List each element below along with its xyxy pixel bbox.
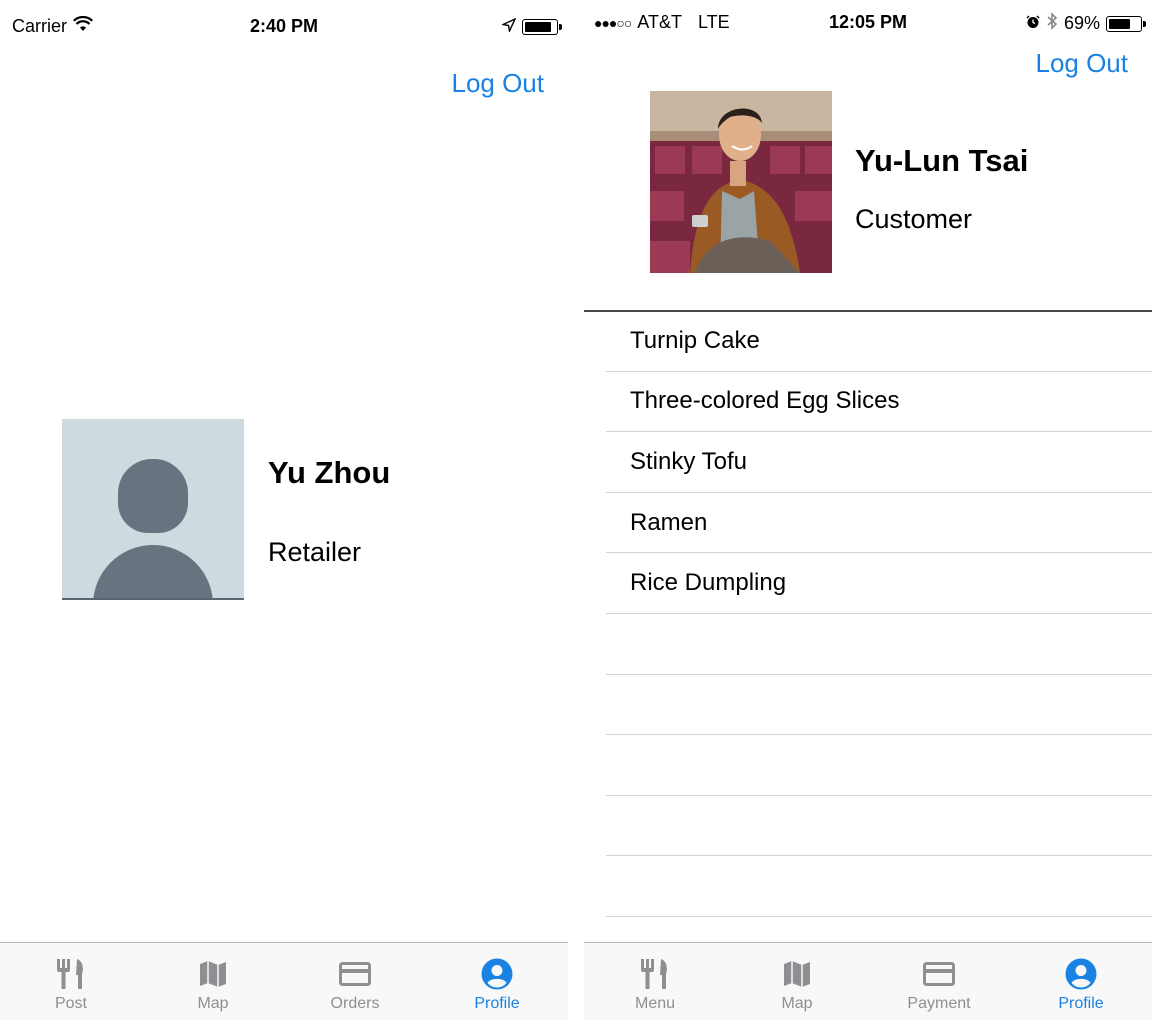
bluetooth-icon <box>1046 12 1058 35</box>
battery-icon <box>1106 15 1146 32</box>
list-item[interactable] <box>606 614 1152 675</box>
list-item[interactable] <box>606 796 1152 857</box>
map-icon <box>780 957 814 991</box>
tab-menu[interactable]: Menu <box>584 943 726 1020</box>
screen-divider <box>568 0 584 1020</box>
tab-label: Profile <box>1058 995 1104 1012</box>
menu-list: Turnip Cake Three-colored Egg Slices Sti… <box>606 311 1152 917</box>
fork-knife-icon <box>54 957 88 991</box>
tab-bar: Post Map Orders Profile <box>0 942 568 1020</box>
list-item[interactable]: Stinky Tofu <box>606 432 1152 493</box>
card-icon <box>922 957 956 991</box>
alarm-icon <box>1026 13 1040 34</box>
battery-icon <box>522 18 562 35</box>
profile-name: Yu Zhou <box>268 455 391 490</box>
tab-profile[interactable]: Profile <box>1010 943 1152 1020</box>
tab-label: Map <box>781 995 813 1012</box>
list-item[interactable] <box>606 675 1152 736</box>
tab-post[interactable]: Post <box>0 943 142 1020</box>
list-item[interactable]: Turnip Cake <box>606 311 1152 372</box>
tab-label: Menu <box>634 995 676 1012</box>
list-item[interactable]: Ramen <box>606 493 1152 554</box>
fork-knife-icon <box>638 957 672 991</box>
battery-percent: 69% <box>1063 13 1100 33</box>
tab-label: Post <box>54 995 87 1012</box>
retailer-profile-screen: Carrier 2:40 PM Log Out Yu Zhou Retailer… <box>0 0 568 1020</box>
profile-name: Yu-Lun Tsai <box>855 143 1029 178</box>
profile-role: Customer <box>855 204 973 234</box>
card-icon <box>338 957 372 991</box>
tab-orders[interactable]: Orders <box>284 943 426 1020</box>
list-item[interactable]: Three-colored Egg Slices <box>606 372 1152 433</box>
status-bar: ●●●○○ AT&T LTE 12:05 PM 69% <box>584 0 1152 52</box>
profile-role: Retailer <box>268 537 362 567</box>
map-icon <box>196 957 230 991</box>
tab-map[interactable]: Map <box>142 943 284 1020</box>
tab-label: Profile <box>474 995 520 1012</box>
location-arrow-icon <box>500 16 517 37</box>
tab-label: Map <box>197 995 229 1012</box>
tab-label: Payment <box>907 995 971 1012</box>
tab-label: Orders <box>330 995 380 1012</box>
log-out-button[interactable]: Log Out <box>451 68 544 99</box>
tab-bar: Menu Map Payment Profile <box>584 942 1152 1020</box>
avatar-placeholder <box>62 419 244 600</box>
customer-profile-screen: ●●●○○ AT&T LTE 12:05 PM 69% Log Out Yu-L… <box>584 0 1152 1020</box>
profile-icon <box>480 957 514 991</box>
tab-payment[interactable]: Payment <box>868 943 1010 1020</box>
log-out-button[interactable]: Log Out <box>1035 48 1128 79</box>
avatar-photo <box>650 91 832 273</box>
tab-profile[interactable]: Profile <box>426 943 568 1020</box>
list-item[interactable]: Rice Dumpling <box>606 553 1152 614</box>
list-item[interactable] <box>606 856 1152 917</box>
list-item[interactable] <box>606 735 1152 796</box>
profile-icon <box>1064 957 1098 991</box>
status-bar: Carrier 2:40 PM <box>0 0 568 52</box>
tab-map[interactable]: Map <box>726 943 868 1020</box>
status-time: 2:40 PM <box>249 16 319 36</box>
